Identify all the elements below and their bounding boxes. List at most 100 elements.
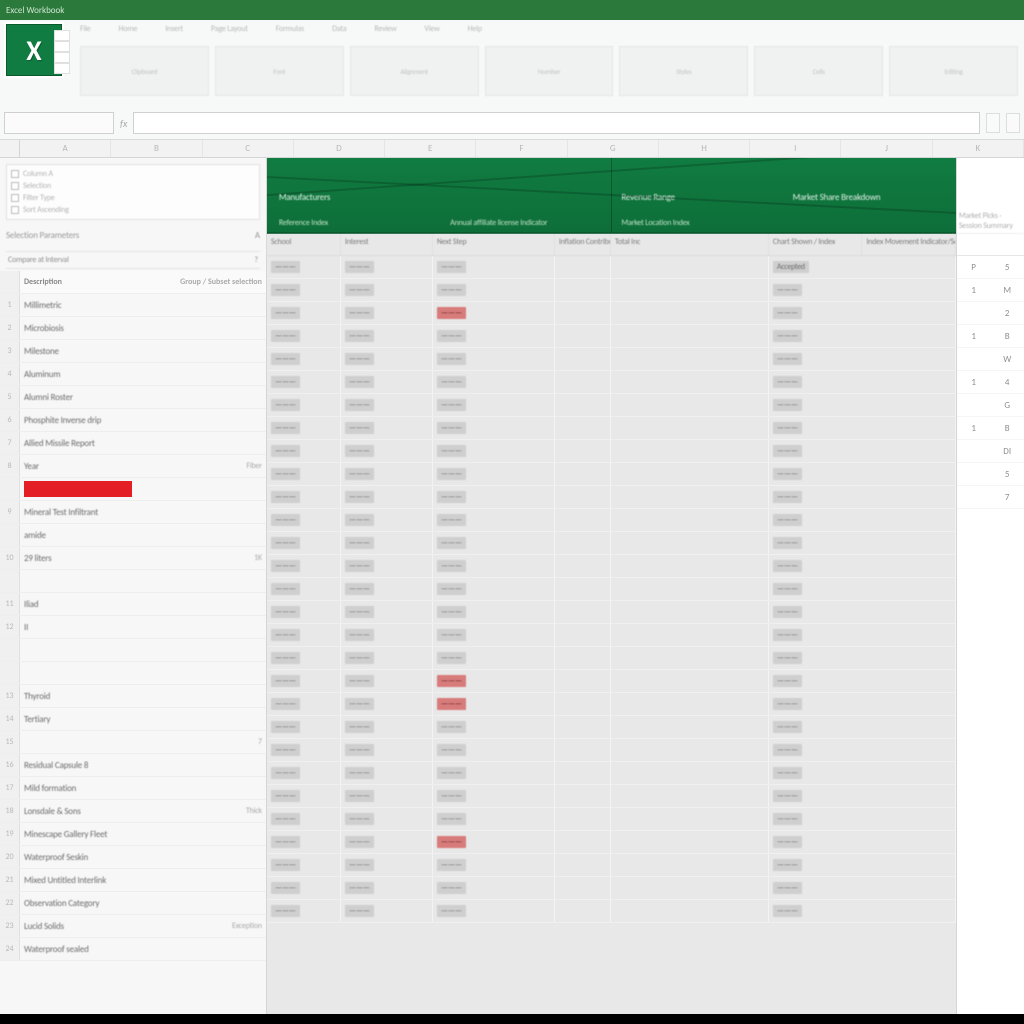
table-cell[interactable] [555, 394, 611, 416]
table-cell[interactable] [555, 440, 611, 462]
table-cell[interactable] [611, 854, 769, 876]
column-letter[interactable]: C [203, 140, 294, 157]
table-cell[interactable] [611, 808, 769, 830]
column-letter[interactable]: G [568, 140, 659, 157]
ribbon-tab[interactable]: Page Layout [211, 24, 248, 40]
table-cell[interactable]: ——— [341, 302, 433, 324]
table-cell[interactable] [555, 624, 611, 646]
table-cell[interactable]: ——— [769, 325, 956, 347]
table-cell[interactable] [611, 348, 769, 370]
table-row[interactable]: ———————————— [267, 463, 956, 486]
table-cell[interactable] [555, 486, 611, 508]
table-cell[interactable]: ——— [267, 647, 341, 669]
table-cell[interactable] [611, 279, 769, 301]
row-number[interactable] [0, 639, 20, 661]
table-cell[interactable]: ——— [267, 624, 341, 646]
column-letter[interactable]: B [111, 140, 202, 157]
filter-options-box[interactable]: Column ASelectionFilter TypeSort Ascendi… [6, 164, 260, 220]
table-cell[interactable]: ——— [433, 555, 555, 577]
row-number[interactable]: 21 [0, 869, 20, 891]
left-row[interactable]: 7Allied Missile Report [0, 432, 266, 455]
table-row[interactable]: ———————————— [267, 394, 956, 417]
table-cell[interactable]: ——— [341, 394, 433, 416]
table-row[interactable]: ———————————— [267, 417, 956, 440]
table-cell[interactable]: ——— [433, 486, 555, 508]
table-row[interactable]: ———————————— [267, 670, 956, 693]
table-cell[interactable]: ——— [267, 440, 341, 462]
table-cell[interactable] [555, 371, 611, 393]
table-row[interactable]: ———————————— [267, 854, 956, 877]
table-row[interactable]: ———————————— [267, 877, 956, 900]
row-number[interactable] [0, 570, 20, 592]
table-cell[interactable]: ——— [341, 371, 433, 393]
table-cell[interactable] [555, 808, 611, 830]
table-cell[interactable]: ——— [769, 762, 956, 784]
ribbon-tab[interactable]: Insert [165, 24, 183, 40]
ribbon-chip-2[interactable] [1006, 113, 1020, 133]
table-cell[interactable]: ——— [433, 348, 555, 370]
table-cell[interactable] [611, 877, 769, 899]
row-number[interactable]: 24 [0, 938, 20, 960]
table-cell[interactable]: ——— [341, 532, 433, 554]
ribbon-tabs[interactable]: FileHomeInsertPage LayoutFormulasDataRev… [80, 24, 1018, 40]
table-cell[interactable]: ——— [769, 716, 956, 738]
table-cell[interactable]: ——— [433, 371, 555, 393]
table-cell[interactable]: ——— [769, 808, 956, 830]
table-cell[interactable] [611, 693, 769, 715]
table-cell[interactable] [611, 785, 769, 807]
table-cell[interactable] [611, 256, 769, 278]
ribbon-group[interactable]: Cells [754, 46, 883, 96]
table-row[interactable]: ———————————— [267, 555, 956, 578]
table-column-header[interactable]: Interest [341, 234, 433, 255]
table-row[interactable]: ———————————— [267, 624, 956, 647]
table-cell[interactable] [555, 302, 611, 324]
table-cell[interactable]: ——— [433, 578, 555, 600]
row-number[interactable] [0, 662, 20, 684]
left-row[interactable]: 12II [0, 616, 266, 639]
table-cell[interactable]: ——— [433, 739, 555, 761]
column-header-strip[interactable]: ABCDEFGHIJK [0, 140, 1024, 158]
table-cell[interactable]: ——— [769, 486, 956, 508]
table-row[interactable]: ———————————— [267, 785, 956, 808]
table-cell[interactable] [555, 348, 611, 370]
table-cell[interactable] [611, 647, 769, 669]
ribbon-tab[interactable]: Review [374, 24, 396, 40]
ribbon-group[interactable]: Clipboard [80, 46, 209, 96]
table-row[interactable]: ———————————— [267, 279, 956, 302]
table-cell[interactable]: ——— [341, 739, 433, 761]
table-cell[interactable]: ——— [267, 670, 341, 692]
table-column-header[interactable]: Total Inc [611, 234, 769, 255]
table-cell[interactable]: ——— [769, 417, 956, 439]
table-cell[interactable]: ——— [433, 601, 555, 623]
table-cell[interactable]: ——— [267, 532, 341, 554]
right-row[interactable]: 1M [957, 279, 1024, 302]
name-box[interactable] [4, 112, 114, 134]
column-letter[interactable]: E [385, 140, 476, 157]
row-number[interactable]: 10 [0, 547, 20, 569]
row-number[interactable]: 15 [0, 731, 20, 753]
table-cell[interactable] [555, 509, 611, 531]
table-cell[interactable]: ——— [267, 509, 341, 531]
table-cell[interactable] [611, 463, 769, 485]
left-row[interactable] [0, 570, 266, 593]
right-row[interactable]: DI [957, 440, 1024, 463]
table-cell[interactable]: ——— [769, 854, 956, 876]
table-data-rows[interactable]: —————————Accepted———————————————————————… [267, 256, 956, 1024]
table-cell[interactable]: ——— [267, 785, 341, 807]
table-cell[interactable] [555, 670, 611, 692]
row-number[interactable]: 19 [0, 823, 20, 845]
table-cell[interactable]: ——— [433, 440, 555, 462]
formula-bar[interactable] [133, 112, 980, 134]
right-row[interactable]: W [957, 348, 1024, 371]
row-number[interactable]: 2 [0, 317, 20, 339]
table-cell[interactable]: ——— [433, 716, 555, 738]
table-cell[interactable]: ——— [433, 532, 555, 554]
table-cell[interactable]: ——— [769, 440, 956, 462]
right-row[interactable]: 7 [957, 486, 1024, 509]
table-cell[interactable]: ——— [769, 693, 956, 715]
right-row[interactable]: P5 [957, 256, 1024, 279]
right-row[interactable]: 2 [957, 302, 1024, 325]
table-cell[interactable]: ——— [267, 348, 341, 370]
table-row[interactable]: ———————————— [267, 693, 956, 716]
table-cell[interactable]: ——— [433, 394, 555, 416]
